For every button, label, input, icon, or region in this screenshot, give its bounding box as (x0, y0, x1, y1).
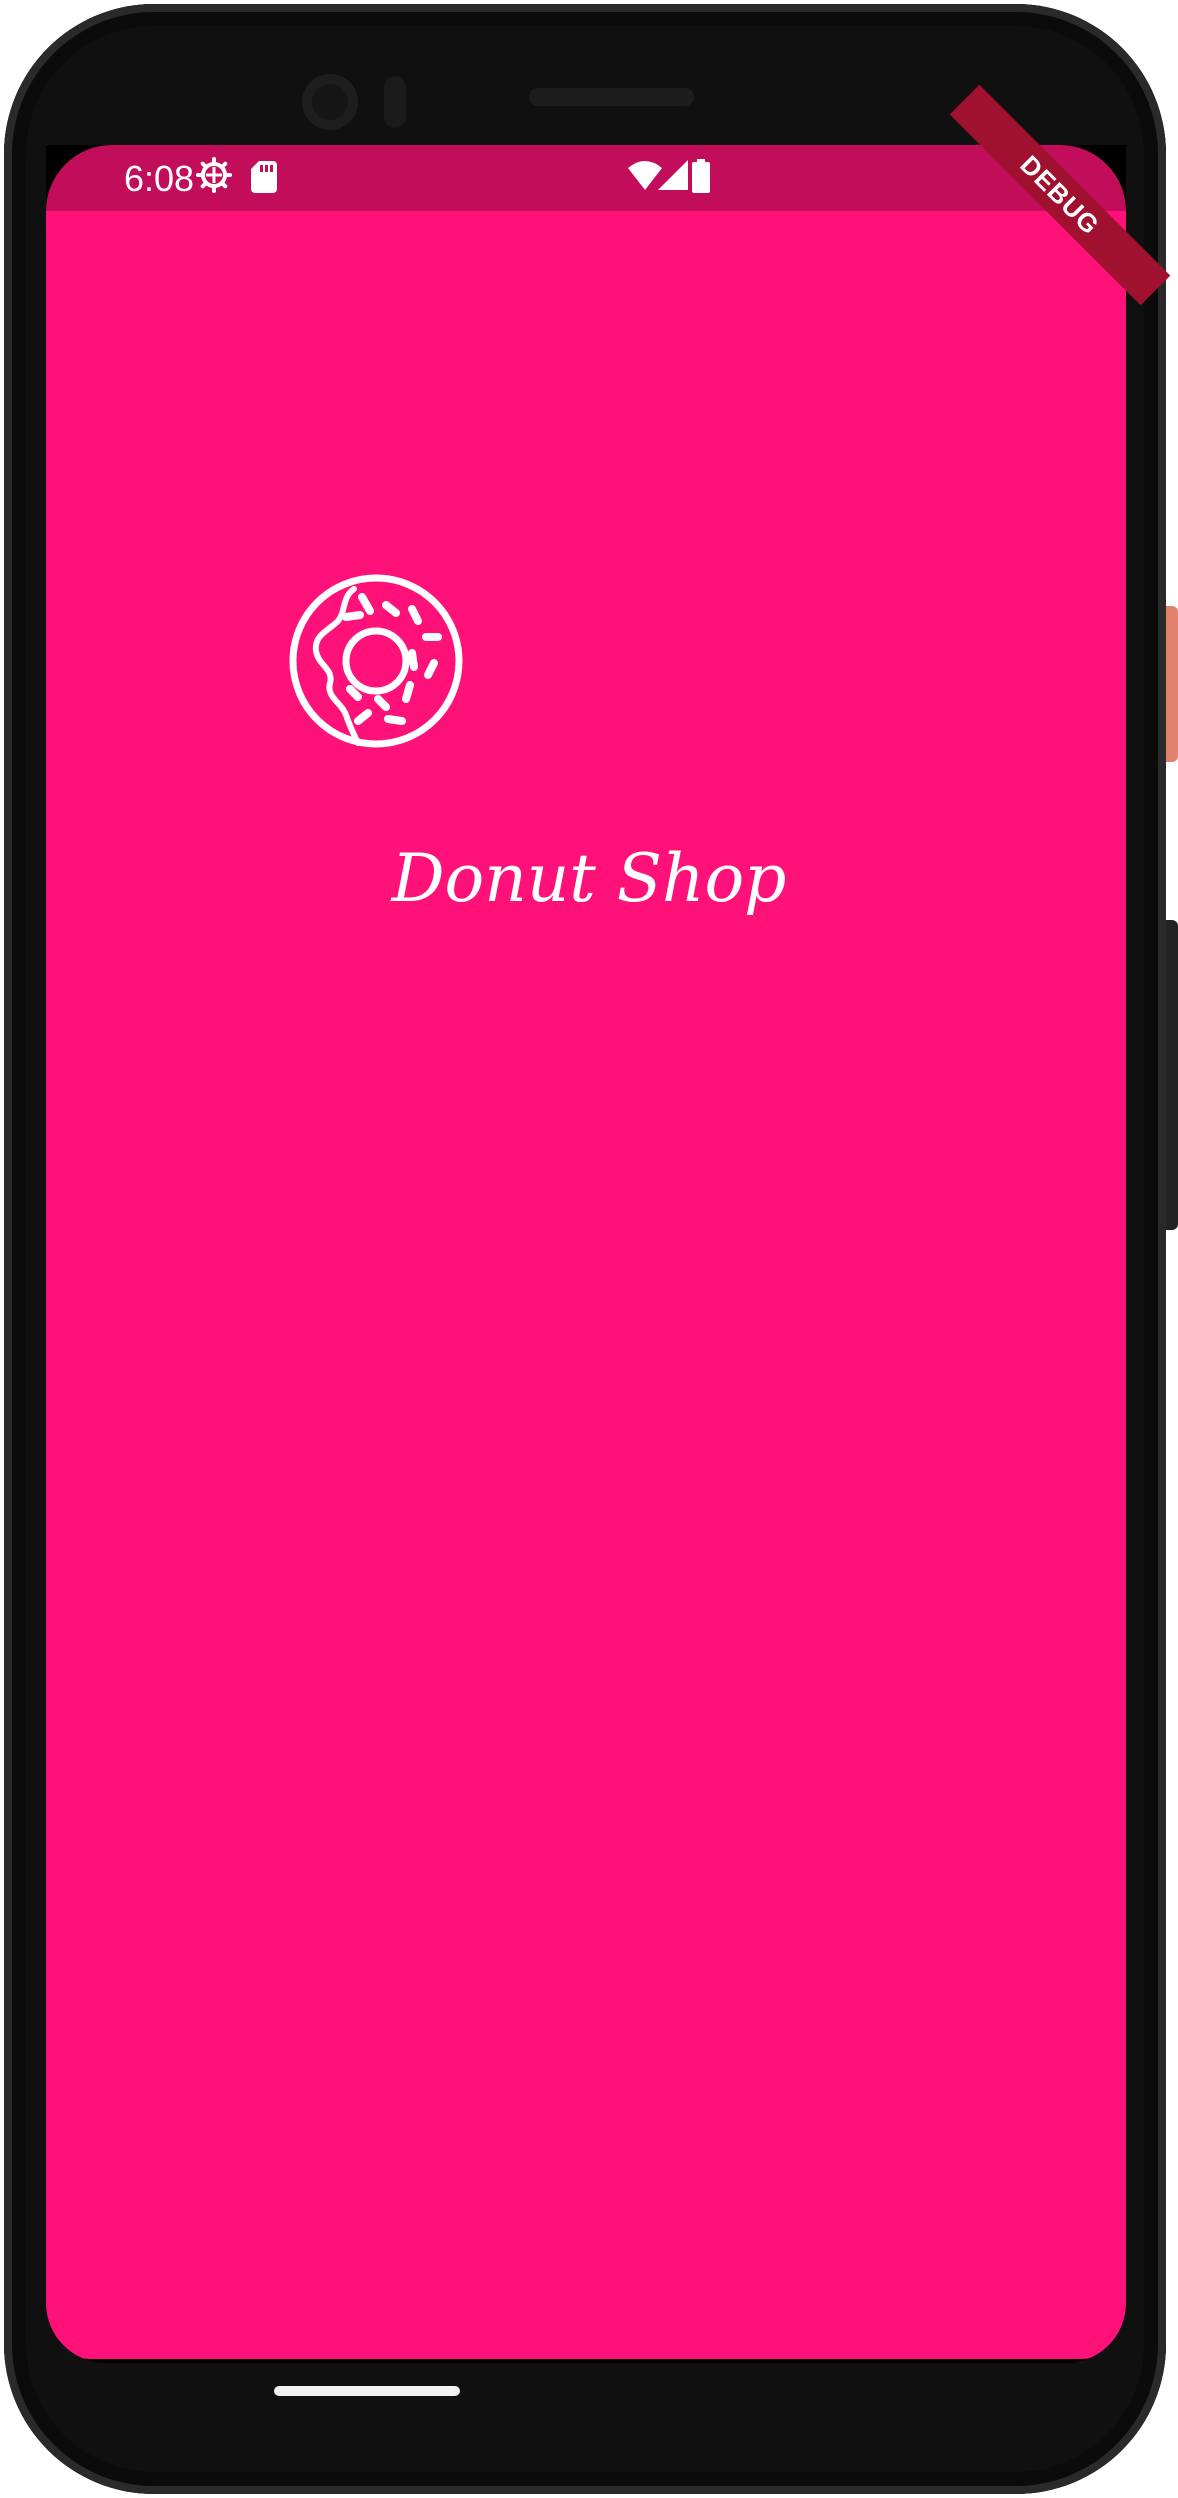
proximity-sensor (384, 76, 406, 128)
screen: 6:08 (46, 145, 1126, 2363)
volume-rocker[interactable] (1166, 920, 1178, 1230)
front-camera (302, 74, 358, 130)
battery-icon (692, 159, 710, 193)
sdcard-icon (251, 161, 277, 193)
signal-icon (658, 160, 688, 190)
donut-icon (289, 574, 463, 748)
status-bar: 6:08 (46, 145, 1126, 211)
splash-screen (46, 211, 1126, 2359)
app-title: Donut Shop (391, 840, 787, 917)
power-button[interactable] (1166, 606, 1178, 762)
status-time: 6:08 (124, 158, 195, 199)
wifi-icon (628, 161, 662, 190)
settings-gear-icon (196, 157, 232, 193)
home-indicator[interactable] (274, 2386, 460, 2396)
earpiece-speaker (529, 88, 694, 106)
